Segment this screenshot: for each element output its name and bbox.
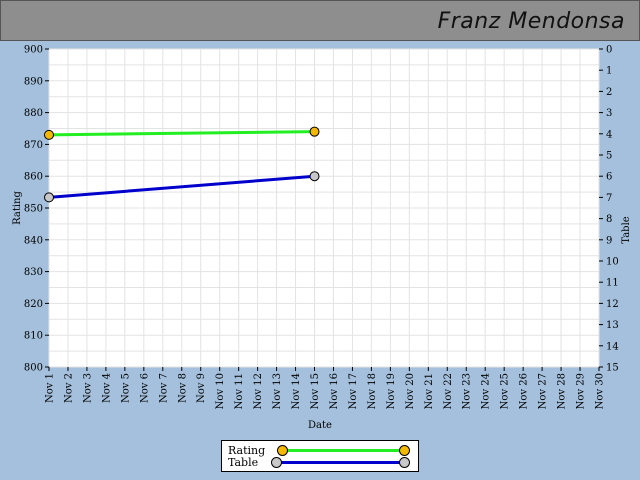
legend-label-table: Table bbox=[228, 456, 259, 469]
x-tick-label: Nov 8 bbox=[177, 373, 188, 403]
x-tick-label: Nov 28 bbox=[557, 373, 568, 409]
x-tick-label: Nov 25 bbox=[500, 373, 511, 409]
x-tick-label: Nov 24 bbox=[481, 373, 492, 409]
data-point-rating bbox=[309, 126, 320, 137]
x-tick-label: Nov 20 bbox=[405, 373, 416, 409]
x-tick-label: Nov 17 bbox=[348, 373, 359, 409]
left-tick-label: 860 bbox=[24, 172, 43, 183]
x-tick-label: Nov 23 bbox=[462, 373, 473, 409]
x-tick-label: Nov 6 bbox=[139, 373, 150, 403]
x-tick-label: Nov 1 bbox=[45, 373, 56, 403]
left-tick-label: 830 bbox=[24, 267, 43, 278]
right-tick-label: 0 bbox=[606, 45, 612, 56]
x-tick-label: Nov 15 bbox=[310, 373, 321, 409]
right-tick-label: 4 bbox=[606, 129, 612, 140]
legend: Rating Table bbox=[221, 440, 419, 472]
right-tick-label: 9 bbox=[606, 235, 612, 246]
legend-marker-rating-start bbox=[277, 445, 288, 456]
x-tick-label: Nov 10 bbox=[215, 373, 226, 409]
x-tick-label: Nov 11 bbox=[234, 373, 245, 409]
right-axis: 0123456789101112131415 bbox=[599, 45, 619, 374]
right-tick-label: 7 bbox=[606, 193, 612, 204]
x-tick-label: Nov 5 bbox=[120, 373, 131, 403]
left-tick-label: 900 bbox=[24, 45, 43, 56]
left-tick-label: 870 bbox=[24, 140, 43, 151]
right-tick-label: 10 bbox=[606, 257, 619, 268]
right-tick-label: 13 bbox=[606, 320, 619, 331]
x-tick-label: Nov 22 bbox=[443, 373, 454, 409]
x-tick-label: Nov 27 bbox=[538, 373, 549, 409]
x-tick-label: Nov 4 bbox=[101, 373, 112, 403]
x-tick-label: Nov 7 bbox=[158, 373, 169, 403]
left-tick-label: 850 bbox=[24, 204, 43, 215]
right-tick-label: 1 bbox=[606, 66, 612, 77]
y-axis-label: Rating bbox=[12, 191, 23, 225]
left-tick-label: 800 bbox=[24, 363, 43, 374]
x-tick-label: Nov 2 bbox=[63, 373, 74, 403]
x-axis-label: Date bbox=[308, 420, 332, 431]
right-tick-label: 6 bbox=[606, 172, 612, 183]
left-axis: 800 810 820 830 840 850 860 870 880 890 900 bbox=[24, 45, 49, 374]
x-tick-label: Nov 30 bbox=[595, 373, 606, 409]
grid-lines bbox=[48, 48, 600, 368]
legend-line-rating bbox=[283, 449, 407, 452]
left-tick-label: 820 bbox=[24, 299, 43, 310]
right-tick-label: 3 bbox=[606, 108, 612, 119]
data-point-rating bbox=[44, 129, 54, 140]
right-tick-label: 2 bbox=[606, 87, 612, 98]
x-axis: Nov 1 Nov 2 Nov 3 Nov 4 Nov 5 Nov 6 Nov 7 Nov 8… bbox=[45, 367, 606, 409]
x-tick-label: Nov 12 bbox=[253, 373, 264, 409]
left-tick-label: 840 bbox=[24, 235, 43, 246]
x-tick-label: Nov 21 bbox=[424, 373, 435, 409]
y2-axis-label: Table bbox=[621, 216, 632, 243]
x-tick-label: Nov 19 bbox=[386, 373, 397, 409]
legend-marker-table-start bbox=[271, 457, 282, 468]
legend-marker-table-end bbox=[399, 457, 410, 468]
data-point-table bbox=[309, 171, 320, 182]
right-tick-label: 11 bbox=[606, 278, 619, 289]
left-tick-label: 890 bbox=[24, 76, 43, 87]
x-tick-label: Nov 3 bbox=[82, 373, 93, 403]
right-tick-label: 8 bbox=[606, 214, 612, 225]
x-tick-label: Nov 9 bbox=[196, 373, 207, 403]
left-tick-label: 810 bbox=[24, 331, 43, 342]
x-tick-label: Nov 18 bbox=[367, 373, 378, 409]
x-tick-label: Nov 16 bbox=[329, 373, 340, 409]
legend-line-table bbox=[277, 461, 401, 464]
x-tick-label: Nov 26 bbox=[519, 373, 530, 409]
rating-table-chart: 800810820830840850860870880890900 012345… bbox=[12, 45, 632, 432]
left-tick-label: 880 bbox=[24, 108, 43, 119]
legend-marker-rating-end bbox=[399, 445, 410, 456]
legend-entry-table: Table bbox=[228, 456, 414, 469]
x-tick-label: Nov 29 bbox=[576, 373, 587, 409]
x-tick-label: Nov 14 bbox=[291, 373, 302, 409]
x-tick-label: Nov 13 bbox=[272, 373, 283, 409]
data-point-table bbox=[44, 192, 54, 203]
right-tick-label: 5 bbox=[606, 151, 612, 162]
right-tick-label: 12 bbox=[606, 299, 619, 310]
right-tick-label: 15 bbox=[606, 363, 619, 374]
right-tick-label: 14 bbox=[606, 341, 619, 352]
